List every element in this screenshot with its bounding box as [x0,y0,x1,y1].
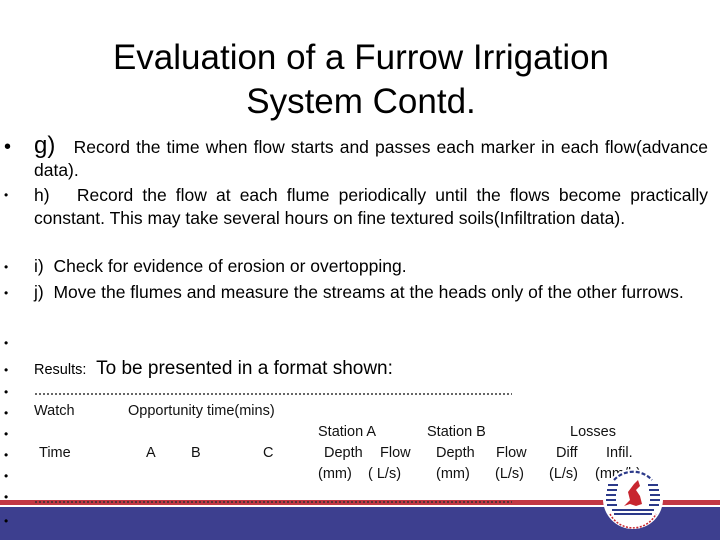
dotted-separator-top [34,393,512,395]
col-a: A [146,445,156,461]
dotted-separator-bottom [34,501,512,503]
unit-mm-a: (mm) [318,466,352,482]
title-line-2: System Contd. [246,82,476,121]
bullet-j-label: j) [34,282,44,302]
results-colon: : [82,362,87,378]
bullet-j-text: Move the flumes and measure the streams … [53,282,684,302]
results-line: Results: To be presented in a format sho… [34,357,393,382]
bullet-i-label: i) [34,256,44,276]
bullet-marker: • [4,136,12,158]
col-flow-b: Flow [496,445,527,461]
bullet-g: g) Record the time when flow starts and … [34,134,708,182]
bullet-j: j) Move the flumes and measure the strea… [34,281,708,304]
col-flow-a: Flow [380,445,411,461]
col-opportunity-time: Opportunity time(mins) [128,403,275,419]
col-infil: Infil. [606,445,633,461]
bullet-marker: • [4,260,9,274]
bullet-marker: • [4,385,9,399]
unit-ls-a: ( L/s) [368,466,402,482]
col-station-b: Station B [427,424,486,440]
bullet-i-text: Check for evidence of erosion or overtop… [53,256,407,276]
title-line-1: Evaluation of a Furrow Irrigation [112,38,610,77]
bullet-marker: • [4,363,9,377]
bullet-h-label: h) [34,185,50,205]
col-diff: Diff [556,445,578,461]
col-b: B [191,445,201,461]
bullet-marker: • [4,448,9,462]
bullet-marker: • [4,188,9,202]
bullet-marker: • [4,427,9,441]
col-c: C [263,445,274,461]
col-time: Time [39,445,71,461]
bullet-marker: • [4,406,9,420]
bullet-g-label: g) [34,132,56,159]
bullet-marker: • [4,286,9,300]
results-text: To be presented in a format shown: [96,358,393,379]
col-watch: Watch [34,403,75,419]
bullet-marker: • [4,514,9,528]
col-station-a: Station A [318,424,377,440]
results-label: Results [34,362,83,378]
col-depth-b: Depth [436,445,475,461]
col-depth-a: Depth [324,445,363,461]
slide-title: Evaluation of a Furrow Irrigation System… [0,36,720,124]
unit-ls-b: (L/s) [495,466,524,482]
bullet-h: h) Record the flow at each flume periodi… [34,184,708,230]
bullet-i: i) Check for evidence of erosion or over… [34,255,708,278]
bullet-g-text: Record the time when flow starts and pas… [34,137,708,180]
unit-mm-b: (mm) [436,466,470,482]
col-losses: Losses [570,424,616,440]
unit-ls-diff: (L/s) [549,466,578,482]
bullet-marker: • [4,469,9,483]
bullet-marker: • [4,336,9,350]
university-logo-icon [600,466,666,532]
bullet-h-text: Record the flow at each flume periodical… [34,185,708,228]
